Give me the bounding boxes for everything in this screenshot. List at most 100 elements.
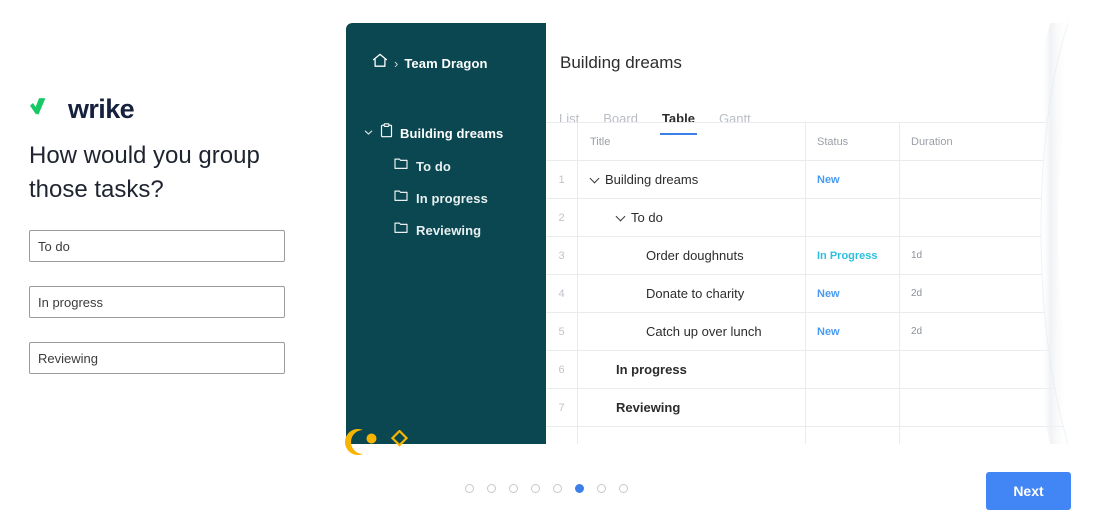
pagination-dot[interactable]: [575, 484, 584, 493]
left-panel: wrike How would you group those tasks?: [0, 0, 330, 525]
row-title-cell: [578, 427, 806, 444]
row-duration-cell: [900, 389, 1066, 426]
table-row: [546, 426, 1066, 444]
chevron-down-icon[interactable]: [616, 213, 625, 222]
table-row[interactable]: 4 Donate to charity New 2d: [546, 274, 1066, 312]
row-duration-cell: [900, 199, 1066, 236]
row-status-cell: New: [806, 275, 900, 312]
page-headline: How would you group those tasks?: [29, 142, 260, 203]
mockup-content: Building dreams List Board Table Gantt Titl…: [546, 23, 1066, 444]
status-badge: New: [817, 173, 840, 186]
group-field-1[interactable]: [29, 230, 285, 262]
sidebar-item-reviewing[interactable]: Reviewing: [394, 221, 481, 239]
yellow-diamond-shape: [390, 429, 409, 452]
row-title: Donate to charity: [590, 286, 744, 301]
row-title-text: Order doughnuts: [646, 248, 744, 263]
row-title-text: In progress: [616, 362, 687, 377]
column-header-status: Status: [806, 123, 900, 160]
pagination-dot[interactable]: [619, 484, 628, 493]
row-title: Reviewing: [590, 400, 680, 415]
row-index: 2: [546, 199, 578, 236]
row-title-cell: Donate to charity: [578, 275, 806, 312]
wrike-logo-text: wrike: [68, 94, 135, 124]
row-duration-cell: 2d: [911, 288, 923, 299]
sidebar-item-label: In progress: [416, 190, 488, 206]
row-duration-cell: [900, 161, 1066, 198]
group-field-3[interactable]: [29, 342, 285, 374]
row-duration-cell: [900, 427, 1066, 444]
column-header-duration: Duration: [911, 135, 953, 148]
row-duration-cell: [900, 351, 1066, 388]
row-title: Building dreams: [590, 172, 698, 187]
row-index: [546, 427, 578, 444]
breadcrumb-team-label[interactable]: Team Dragon: [404, 56, 487, 71]
row-index: 6: [546, 351, 578, 388]
table-row[interactable]: 1 Building dreams New: [546, 160, 1066, 198]
row-title-text: Building dreams: [605, 172, 699, 187]
row-index: 7: [546, 389, 578, 426]
wrike-logo: wrike: [29, 94, 135, 124]
table-row[interactable]: 3 Order doughnuts In Progress 1d: [546, 236, 1066, 274]
product-mockup: › Team Dragon Building dreams To do In p…: [345, 23, 1108, 455]
row-title-text: Donate to charity: [646, 286, 745, 301]
sidebar-item-to-do[interactable]: To do: [394, 157, 451, 175]
row-status-cell: In Progress: [806, 237, 900, 274]
column-header-index: [546, 123, 578, 160]
row-index: 5: [546, 313, 578, 350]
sidebar-item-label: Reviewing: [416, 222, 482, 238]
status-badge: In Progress: [817, 249, 878, 262]
mockup-page-title: Building dreams: [560, 53, 682, 72]
row-title-cell: To do: [578, 199, 806, 236]
group-field-2[interactable]: [29, 286, 285, 318]
sidebar-item-building-dreams[interactable]: Building dreams: [364, 123, 503, 143]
chevron-down-icon[interactable]: [590, 175, 599, 184]
row-title: To do: [590, 210, 663, 225]
row-index: 3: [546, 237, 578, 274]
row-title-text: Reviewing: [616, 400, 681, 415]
table-row[interactable]: 5 Catch up over lunch New 2d: [546, 312, 1066, 350]
yellow-arc-shape: [336, 425, 370, 464]
row-status-cell: [806, 199, 900, 236]
sidebar-item-in-progress[interactable]: In progress: [394, 189, 488, 207]
yellow-dot-shape: [366, 431, 377, 449]
row-title-text: Catch up over lunch: [646, 324, 762, 339]
chevron-down-icon[interactable]: [364, 124, 373, 142]
pagination-dot[interactable]: [509, 484, 518, 493]
breadcrumb: › Team Dragon: [372, 53, 488, 73]
pagination-dot[interactable]: [465, 484, 474, 493]
breadcrumb-separator: ›: [394, 55, 399, 71]
pagination-dot[interactable]: [553, 484, 562, 493]
row-title: Order doughnuts: [590, 248, 744, 263]
folder-icon: [394, 221, 408, 239]
next-button[interactable]: Next: [986, 472, 1071, 510]
pagination-dots: [465, 484, 628, 493]
row-index: 1: [546, 161, 578, 198]
clipboard-icon: [380, 123, 393, 143]
row-title-cell: In progress: [578, 351, 806, 388]
row-duration-cell: 2d: [911, 326, 923, 337]
wrike-check-icon: [29, 96, 61, 123]
row-title-cell: Reviewing: [578, 389, 806, 426]
row-status-cell: [806, 351, 900, 388]
pagination-dot[interactable]: [597, 484, 606, 493]
sidebar-item-label: To do: [416, 158, 451, 174]
onboarding-page: wrike How would you group those tasks? ›: [0, 0, 1108, 525]
table-row[interactable]: 2 To do: [546, 198, 1066, 236]
row-status-cell: [806, 389, 900, 426]
row-duration-cell: 1d: [911, 250, 923, 261]
row-title-cell: Order doughnuts: [578, 237, 806, 274]
row-status-cell: [806, 427, 900, 444]
column-header-title: Title: [578, 123, 806, 160]
status-badge: New: [817, 287, 840, 300]
row-index: 4: [546, 275, 578, 312]
row-title: In progress: [590, 362, 687, 377]
folder-icon: [394, 157, 408, 175]
pagination-dot[interactable]: [531, 484, 540, 493]
row-status-cell: New: [806, 313, 900, 350]
home-icon[interactable]: [372, 53, 388, 73]
table-row[interactable]: 6 In progress: [546, 350, 1066, 388]
table-row[interactable]: 7 Reviewing: [546, 388, 1066, 426]
pagination-dot[interactable]: [487, 484, 496, 493]
table-header-row: Title Status Duration: [546, 122, 1066, 160]
row-title-text: To do: [631, 210, 663, 225]
